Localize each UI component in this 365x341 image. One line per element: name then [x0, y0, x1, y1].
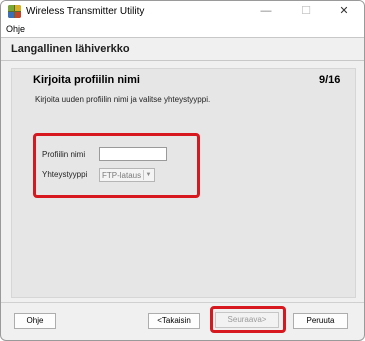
title-bar: Wireless Transmitter Utility — ☐ ✕: [1, 1, 364, 23]
close-icon[interactable]: ✕: [324, 1, 364, 23]
connection-type-label: Yhteystyyppi: [42, 170, 88, 179]
app-window: Wireless Transmitter Utility — ☐ ✕ Ohje …: [0, 0, 365, 341]
cancel-button[interactable]: Peruuta: [293, 313, 348, 329]
chevron-down-icon: ▼: [143, 170, 153, 180]
maximize-icon: ☐: [301, 5, 311, 17]
window-title: Wireless Transmitter Utility: [26, 6, 145, 17]
step-title: Kirjoita profiilin nimi: [33, 74, 140, 86]
help-button[interactable]: Ohje: [14, 313, 56, 329]
back-button[interactable]: <Takaisin: [148, 313, 200, 329]
connection-type-select[interactable]: FTP-lataus ▼: [99, 168, 155, 182]
page-title: Langallinen lähiverkko: [11, 43, 130, 55]
menu-item-help[interactable]: Ohje: [6, 24, 25, 34]
minimize-icon[interactable]: —: [246, 1, 286, 23]
profile-name-input[interactable]: [99, 147, 167, 161]
footer-divider: [1, 302, 364, 303]
profile-name-label: Profiilin nimi: [42, 150, 86, 159]
menu-bar: Ohje: [1, 23, 364, 37]
step-counter: 9/16: [319, 74, 341, 86]
page-header: Langallinen lähiverkko: [1, 37, 364, 61]
next-button[interactable]: Seuraava>: [215, 312, 279, 328]
step-description: Kirjoita uuden profiilin nimi ja valitse…: [35, 95, 211, 104]
app-logo-icon: [8, 5, 21, 18]
connection-type-value: FTP-lataus: [102, 171, 142, 180]
form-highlight-box: [33, 133, 200, 198]
